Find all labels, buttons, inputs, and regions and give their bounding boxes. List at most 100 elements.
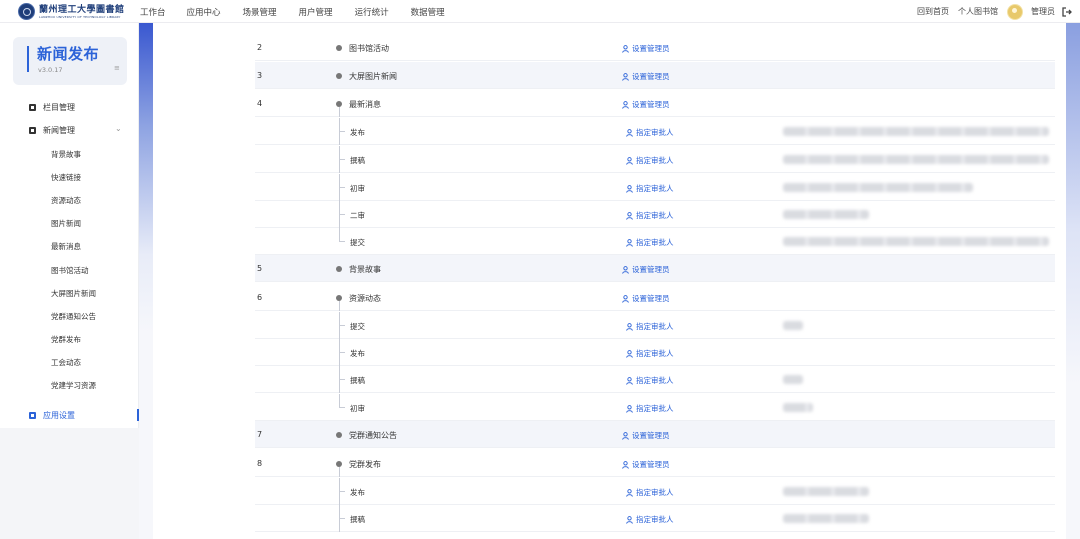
- assign-approver-button[interactable]: 指定审批人: [626, 348, 674, 359]
- top-nav-menu: 工作台 应用中心 场景管理 用户管理 运行统计 数据管理: [140, 0, 445, 23]
- user-icon: [626, 488, 633, 497]
- table-row: 6 资源动态 设置管理员: [255, 284, 1055, 311]
- table-row: 撰稿 指定审批人: [255, 366, 1055, 393]
- redacted-approvers: [783, 375, 803, 384]
- row-number: 2: [257, 43, 263, 52]
- user-icon: [626, 128, 633, 137]
- sidebar-subitem-latest-news[interactable]: 最新消息: [51, 241, 81, 252]
- sidebar-item-news-management[interactable]: 新闻管理: [29, 125, 75, 136]
- row-number: 4: [257, 99, 263, 108]
- user-icon: [626, 322, 633, 331]
- table-row: 2 图书馆活动 设置管理员: [255, 34, 1055, 61]
- assign-approver-button[interactable]: 指定审批人: [626, 183, 674, 194]
- workflow-step-name: 二审: [350, 211, 365, 220]
- sidebar-subitem-party-notices[interactable]: 党群通知公告: [51, 311, 96, 322]
- assign-approver-button[interactable]: 指定审批人: [626, 321, 674, 332]
- workflow-step-name: 提交: [350, 238, 365, 247]
- sidebar-subitem-union-news[interactable]: 工会动态: [51, 357, 81, 368]
- sidebar-subitem-party-release[interactable]: 党群发布: [51, 334, 81, 345]
- table-row: 8 党群发布 设置管理员: [255, 450, 1055, 477]
- redacted-approvers: [783, 487, 869, 496]
- brand-accent-bar: [27, 46, 29, 72]
- nav-scene-management[interactable]: 场景管理: [243, 6, 277, 18]
- sidebar-item-label: 应用设置: [43, 411, 75, 420]
- user-icon: [626, 376, 633, 385]
- tree-node-dot-icon: [336, 266, 342, 272]
- user-icon: [622, 431, 629, 440]
- workflow-step-name: 初审: [350, 404, 365, 413]
- user-icon: [622, 294, 629, 303]
- logo-subtitle: LANZHOU UNIVERSITY OF TECHNOLOGY LIBRARY: [39, 14, 121, 19]
- top-right-actions: 回到首页 个人图书馆 管理员: [917, 0, 1072, 23]
- redacted-approvers: [783, 237, 1049, 246]
- nav-user-management[interactable]: 用户管理: [299, 6, 333, 18]
- set-admin-button[interactable]: 设置管理员: [622, 71, 670, 82]
- redacted-approvers: [783, 403, 813, 412]
- sidebar-item-column-management[interactable]: 栏目管理: [29, 102, 75, 113]
- nav-data-management[interactable]: 数据管理: [411, 6, 445, 18]
- set-admin-button[interactable]: 设置管理员: [622, 264, 670, 275]
- avatar[interactable]: [1007, 3, 1023, 20]
- sidebar-subitem-library-activities[interactable]: 图书馆活动: [51, 265, 89, 276]
- nav-statistics[interactable]: 运行统计: [355, 6, 389, 18]
- set-admin-button[interactable]: 设置管理员: [622, 99, 670, 110]
- set-admin-button[interactable]: 设置管理员: [622, 430, 670, 441]
- column-name: 最新消息: [349, 100, 381, 109]
- assign-approver-button[interactable]: 指定审批人: [626, 487, 674, 498]
- nav-workbench[interactable]: 工作台: [140, 6, 166, 18]
- redacted-approvers: [783, 127, 1049, 136]
- sidebar-item-label: 新闻管理: [43, 126, 75, 135]
- workflow-step-name: 提交: [350, 322, 365, 331]
- table-row: 发布 指定审批人: [255, 118, 1055, 145]
- assign-approver-button[interactable]: 指定审批人: [626, 127, 674, 138]
- assign-approver-button[interactable]: 指定审批人: [626, 155, 674, 166]
- sidebar-subitem-quick-links[interactable]: 快速链接: [51, 172, 81, 183]
- table-row: 撰稿 指定审批人: [255, 505, 1055, 532]
- row-number: 7: [257, 430, 263, 439]
- column-icon: [29, 104, 36, 111]
- column-name: 大屏图片新闻: [349, 72, 397, 81]
- library-logo[interactable]: 蘭州理工大學圖書館 LANZHOU UNIVERSITY OF TECHNOLO…: [18, 3, 125, 20]
- table-row: 提交 指定审批人: [255, 228, 1055, 255]
- table-row: 发布 指定审批人: [255, 478, 1055, 505]
- menu-toggle-icon[interactable]: ≡: [114, 64, 120, 72]
- user-icon: [626, 211, 633, 220]
- logout-icon[interactable]: [1062, 6, 1072, 17]
- tree-node-dot-icon: [336, 73, 342, 79]
- news-icon: [29, 127, 36, 134]
- column-name: 党群通知公告: [349, 431, 397, 440]
- sidebar-subitem-background-story[interactable]: 背景故事: [51, 149, 81, 160]
- sidebar-subitem-resource-news[interactable]: 资源动态: [51, 195, 81, 206]
- university-seal-icon: [18, 3, 35, 20]
- set-admin-button[interactable]: 设置管理员: [622, 293, 670, 304]
- user-icon: [622, 44, 629, 53]
- sidebar-subitem-picture-news[interactable]: 图片新闻: [51, 218, 81, 229]
- row-number: 5: [257, 264, 263, 273]
- table-row: 撰稿 指定审批人: [255, 146, 1055, 173]
- back-home-link[interactable]: 回到首页: [917, 6, 949, 17]
- decorative-gradient-strip: [139, 23, 153, 539]
- table-row: 4 最新消息 设置管理员: [255, 90, 1055, 117]
- workflow-step-name: 初审: [350, 184, 365, 193]
- workflow-step-name: 撰稿: [350, 376, 365, 385]
- user-icon: [626, 238, 633, 247]
- chevron-down-icon[interactable]: ⌄: [115, 124, 122, 133]
- assign-approver-button[interactable]: 指定审批人: [626, 403, 674, 414]
- admin-user-label[interactable]: 管理员: [1031, 6, 1055, 17]
- settings-icon: [29, 412, 36, 419]
- assign-approver-button[interactable]: 指定审批人: [626, 514, 674, 525]
- assign-approver-button[interactable]: 指定审批人: [626, 375, 674, 386]
- set-admin-button[interactable]: 设置管理员: [622, 43, 670, 54]
- user-icon: [626, 349, 633, 358]
- nav-app-center[interactable]: 应用中心: [187, 6, 221, 18]
- personal-library-link[interactable]: 个人图书馆: [958, 6, 998, 17]
- sidebar-subitem-big-screen-news[interactable]: 大屏图片新闻: [51, 288, 96, 299]
- assign-approver-button[interactable]: 指定审批人: [626, 210, 674, 221]
- assign-approver-button[interactable]: 指定审批人: [626, 237, 674, 248]
- redacted-approvers: [783, 514, 869, 523]
- sidebar-item-app-settings[interactable]: 应用设置: [29, 410, 75, 421]
- user-icon: [626, 156, 633, 165]
- set-admin-button[interactable]: 设置管理员: [622, 459, 670, 470]
- sidebar-subitem-party-learning[interactable]: 党建学习资源: [51, 380, 96, 391]
- workflow-step-name: 撰稿: [350, 156, 365, 165]
